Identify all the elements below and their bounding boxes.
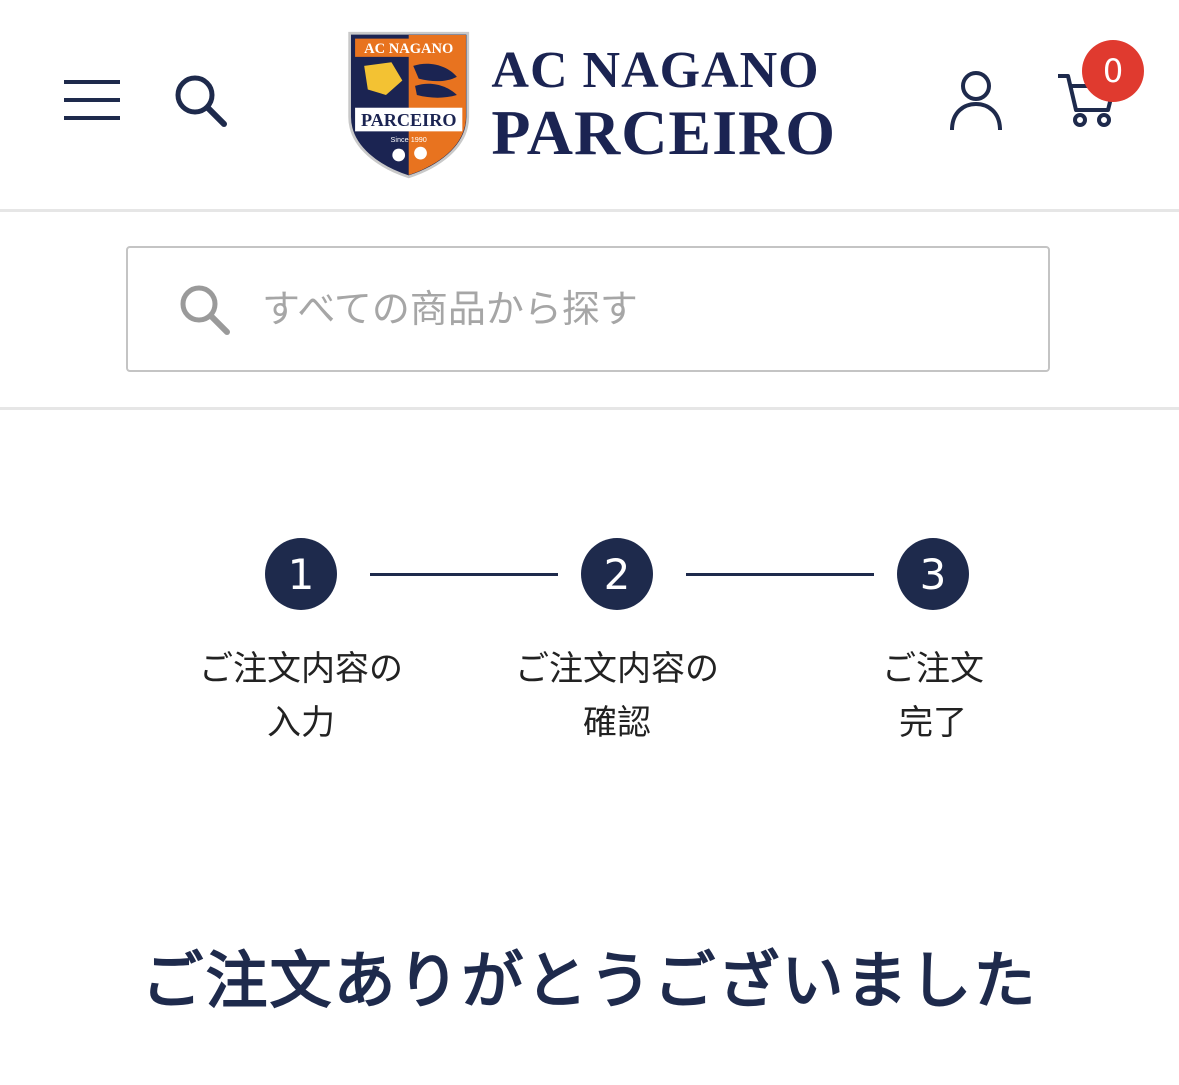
- step-1-label-line1: ご注文内容の: [199, 649, 403, 689]
- logo-wordmark: AC NAGANO PARCEIRO: [491, 45, 836, 165]
- search-input[interactable]: [260, 286, 1024, 332]
- svg-text:Since 1990: Since 1990: [391, 135, 427, 144]
- svg-text:AC NAGANO: AC NAGANO: [364, 41, 453, 57]
- site-logo[interactable]: AC NAGANO PARCEIRO Since 1990 AC NAGANO …: [346, 20, 836, 190]
- logo-wordmark-line1: AC NAGANO: [491, 42, 820, 99]
- step-3-circle: 3: [897, 538, 969, 610]
- header-divider: [0, 209, 1179, 212]
- menu-button[interactable]: [56, 64, 128, 136]
- svg-text:PARCEIRO: PARCEIRO: [361, 110, 457, 130]
- site-header: AC NAGANO PARCEIRO Since 1990 AC NAGANO …: [0, 0, 1179, 210]
- product-search-box[interactable]: [126, 246, 1050, 372]
- search-field-icon: [176, 281, 232, 337]
- step-3-label: ご注文 完了: [803, 642, 1063, 750]
- header-search-button[interactable]: [164, 64, 236, 136]
- hamburger-menu-icon: [64, 80, 120, 120]
- step-2-circle: 2: [581, 538, 653, 610]
- user-account-icon: [950, 71, 1002, 131]
- order-complete-heading: ご注文ありがとうございました: [141, 944, 1038, 1017]
- step-3-label-line1: ご注文: [882, 649, 984, 689]
- search-divider: [0, 407, 1179, 410]
- step-3-label-line2: 完了: [899, 703, 967, 743]
- step-1-label-line2: 入力: [267, 703, 335, 743]
- step-2-label: ご注文内容の 確認: [487, 642, 747, 750]
- cart-count-badge: 0: [1082, 40, 1144, 102]
- logo-wordmark-line2: PARCEIRO: [491, 97, 836, 168]
- step-1-label: ご注文内容の 入力: [171, 642, 431, 750]
- step-2-label-line2: 確認: [583, 703, 651, 743]
- search-icon: [180, 285, 230, 335]
- step-1-circle: 1: [265, 538, 337, 610]
- club-emblem-logo: AC NAGANO PARCEIRO Since 1990: [348, 31, 470, 179]
- step-connector-1-2: [370, 573, 558, 576]
- account-button[interactable]: [938, 62, 1014, 138]
- checkout-progress-steps: 1 2 3 ご注文内容の 入力 ご注文内容の 確認 ご注文 完了: [0, 530, 1179, 790]
- step-2-label-line1: ご注文内容の: [515, 649, 719, 689]
- step-connector-2-3: [686, 573, 874, 576]
- search-icon: [175, 75, 227, 127]
